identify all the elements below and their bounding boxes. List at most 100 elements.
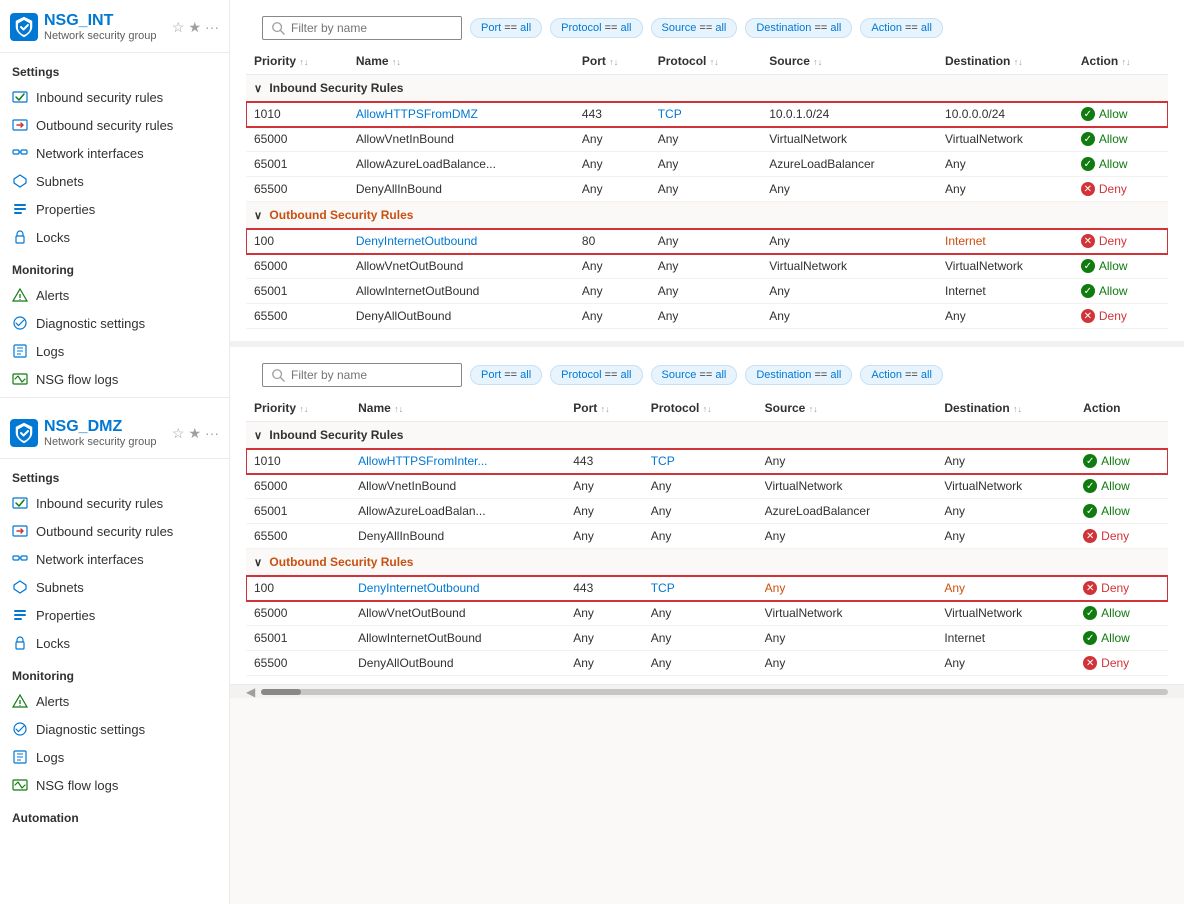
table-row[interactable]: 65001 AllowAzureLoadBalan... Any Any Azu… xyxy=(246,499,1168,524)
table-row[interactable]: 65001 AllowInternetOutBound Any Any Any … xyxy=(246,626,1168,651)
sidebar-item-outbound2[interactable]: Outbound security rules xyxy=(0,517,229,545)
nsg1-more-icon[interactable]: ··· xyxy=(205,19,219,35)
table-row[interactable]: 65500 DenyAllOutBound Any Any Any Any ✕D… xyxy=(246,304,1168,329)
sidebar-item-locks2[interactable]: Locks xyxy=(0,629,229,657)
nsg1-favorite-icon[interactable]: ☆ xyxy=(172,19,185,36)
name-cell[interactable]: AllowInternetOutBound xyxy=(348,279,574,304)
sidebar-item-nsgflow2[interactable]: NSG flow logs xyxy=(0,771,229,799)
nsg2-dest-filter[interactable]: Destination == all xyxy=(745,365,852,385)
col-priority1[interactable]: Priority ↑↓ xyxy=(246,48,348,75)
inbound-section-header[interactable]: ∨ Inbound Security Rules xyxy=(246,75,1168,102)
nsg2-port-filter[interactable]: Port == all xyxy=(470,365,542,385)
col-name2[interactable]: Name ↑↓ xyxy=(350,395,565,422)
name-cell[interactable]: DenyAllOutBound xyxy=(350,651,565,676)
scrollbar-thumb[interactable] xyxy=(261,689,301,695)
name-cell[interactable]: AllowHTTPSFromInter... xyxy=(350,449,565,474)
name-cell[interactable]: AllowVnetInBound xyxy=(348,127,574,152)
sidebar-item-diag1[interactable]: Diagnostic settings xyxy=(0,309,229,337)
sidebar-item-props2[interactable]: Properties xyxy=(0,601,229,629)
col-action2[interactable]: Action xyxy=(1075,395,1168,422)
nsg2-action-filter[interactable]: Action == all xyxy=(860,365,943,385)
sidebar-item-alerts2[interactable]: Alerts xyxy=(0,687,229,715)
name-cell[interactable]: AllowVnetOutBound xyxy=(348,254,574,279)
table-row[interactable]: 100 DenyInternetOutbound 443 TCP Any Any… xyxy=(246,576,1168,601)
name-cell[interactable]: AllowAzureLoadBalance... xyxy=(348,152,574,177)
nsg1-action-filter[interactable]: Action == all xyxy=(860,18,943,38)
scroll-left-btn[interactable]: ◀ xyxy=(246,685,255,699)
rule-name-link[interactable]: AllowHTTPSFromInter... xyxy=(358,454,487,468)
name-cell[interactable]: AllowAzureLoadBalan... xyxy=(350,499,565,524)
col-port2[interactable]: Port ↑↓ xyxy=(565,395,642,422)
table-row[interactable]: 1010 AllowHTTPSFromInter... 443 TCP Any … xyxy=(246,449,1168,474)
name-cell[interactable]: DenyInternetOutbound xyxy=(348,229,574,254)
sidebar-item-outbound1[interactable]: Outbound security rules xyxy=(0,111,229,139)
col-name1[interactable]: Name ↑↓ xyxy=(348,48,574,75)
scrollbar-track[interactable] xyxy=(261,689,1168,695)
nsg2-filter-input[interactable] xyxy=(291,368,451,382)
col-protocol2[interactable]: Protocol ↑↓ xyxy=(643,395,757,422)
rule-name-link[interactable]: AllowHTTPSFromDMZ xyxy=(356,107,478,121)
name-cell[interactable]: DenyAllOutBound xyxy=(348,304,574,329)
sidebar-item-alerts1[interactable]: Alerts xyxy=(0,281,229,309)
nsg2-source-filter[interactable]: Source == all xyxy=(651,365,738,385)
table-row[interactable]: 65000 AllowVnetInBound Any Any VirtualNe… xyxy=(246,127,1168,152)
col-port1[interactable]: Port ↑↓ xyxy=(574,48,650,75)
sidebar-item-inbound2[interactable]: Inbound security rules xyxy=(0,489,229,517)
table-row[interactable]: 65001 AllowAzureLoadBalance... Any Any A… xyxy=(246,152,1168,177)
name-cell[interactable]: AllowHTTPSFromDMZ xyxy=(348,102,574,127)
rule-name-link[interactable]: DenyInternetOutbound xyxy=(358,581,479,595)
sidebar-item-inbound1[interactable]: Inbound security rules xyxy=(0,83,229,111)
name-cell[interactable]: AllowInternetOutBound xyxy=(350,626,565,651)
nsg2-protocol-filter[interactable]: Protocol == all xyxy=(550,365,642,385)
sidebar-item-locks1[interactable]: Locks xyxy=(0,223,229,251)
nsg1-name[interactable]: NSG_INT xyxy=(44,12,157,30)
table-row[interactable]: 1010 AllowHTTPSFromDMZ 443 TCP 10.0.1.0/… xyxy=(246,102,1168,127)
horizontal-scrollbar[interactable]: ◀ xyxy=(230,684,1184,698)
sidebar-item-logs2[interactable]: Logs xyxy=(0,743,229,771)
col-destination2[interactable]: Destination ↑↓ xyxy=(936,395,1075,422)
rule-name-link[interactable]: DenyInternetOutbound xyxy=(356,234,477,248)
col-action1[interactable]: Action ↑↓ xyxy=(1073,48,1168,75)
nsg1-dest-filter[interactable]: Destination == all xyxy=(745,18,852,38)
nsg1-protocol-filter[interactable]: Protocol == all xyxy=(550,18,642,38)
nsg2-name[interactable]: NSG_DMZ xyxy=(44,418,157,436)
table-row[interactable]: 100 DenyInternetOutbound 80 Any Any Inte… xyxy=(246,229,1168,254)
nsg1-port-filter[interactable]: Port == all xyxy=(470,18,542,38)
sidebar-item-subnets1[interactable]: Subnets xyxy=(0,167,229,195)
nsg2-more-icon[interactable]: ··· xyxy=(205,425,219,441)
table-row[interactable]: 65001 AllowInternetOutBound Any Any Any … xyxy=(246,279,1168,304)
table-row[interactable]: 65500 DenyAllOutBound Any Any Any Any ✕D… xyxy=(246,651,1168,676)
sidebar-item-diag2[interactable]: Diagnostic settings xyxy=(0,715,229,743)
col-protocol1[interactable]: Protocol ↑↓ xyxy=(650,48,762,75)
name-cell[interactable]: AllowVnetInBound xyxy=(350,474,565,499)
col-source2[interactable]: Source ↑↓ xyxy=(757,395,937,422)
nsg1-source-filter[interactable]: Source == all xyxy=(651,18,738,38)
nsg2-pin-icon[interactable]: ★ xyxy=(188,425,201,442)
nsg1-search-box[interactable] xyxy=(262,16,462,40)
name-cell[interactable]: DenyAllInBound xyxy=(348,177,574,202)
nsg1-filter-input[interactable] xyxy=(291,21,451,35)
table-row[interactable]: 65000 AllowVnetOutBound Any Any VirtualN… xyxy=(246,601,1168,626)
sidebar-item-subnets2[interactable]: Subnets xyxy=(0,573,229,601)
table-row[interactable]: 65500 DenyAllInBound Any Any Any Any ✕De… xyxy=(246,524,1168,549)
sidebar-item-netif2[interactable]: Network interfaces xyxy=(0,545,229,573)
nsg1-pin-icon[interactable]: ★ xyxy=(188,19,201,36)
outbound-section-header[interactable]: ∨ Outbound Security Rules xyxy=(246,202,1168,229)
outbound-section-header[interactable]: ∨ Outbound Security Rules xyxy=(246,549,1168,576)
nsg2-search-box[interactable] xyxy=(262,363,462,387)
col-destination1[interactable]: Destination ↑↓ xyxy=(937,48,1073,75)
sidebar-item-logs1[interactable]: Logs xyxy=(0,337,229,365)
sidebar-item-nsgflow1[interactable]: NSG flow logs xyxy=(0,365,229,393)
table-row[interactable]: 65000 AllowVnetInBound Any Any VirtualNe… xyxy=(246,474,1168,499)
sidebar-item-props1[interactable]: Properties xyxy=(0,195,229,223)
col-source1[interactable]: Source ↑↓ xyxy=(761,48,937,75)
name-cell[interactable]: AllowVnetOutBound xyxy=(350,601,565,626)
inbound-section-header[interactable]: ∨ Inbound Security Rules xyxy=(246,422,1168,449)
col-priority2[interactable]: Priority ↑↓ xyxy=(246,395,350,422)
sidebar-item-netif1[interactable]: Network interfaces xyxy=(0,139,229,167)
table-row[interactable]: 65000 AllowVnetOutBound Any Any VirtualN… xyxy=(246,254,1168,279)
name-cell[interactable]: DenyAllInBound xyxy=(350,524,565,549)
nsg2-favorite-icon[interactable]: ☆ xyxy=(172,425,185,442)
table-row[interactable]: 65500 DenyAllInBound Any Any Any Any ✕De… xyxy=(246,177,1168,202)
name-cell[interactable]: DenyInternetOutbound xyxy=(350,576,565,601)
